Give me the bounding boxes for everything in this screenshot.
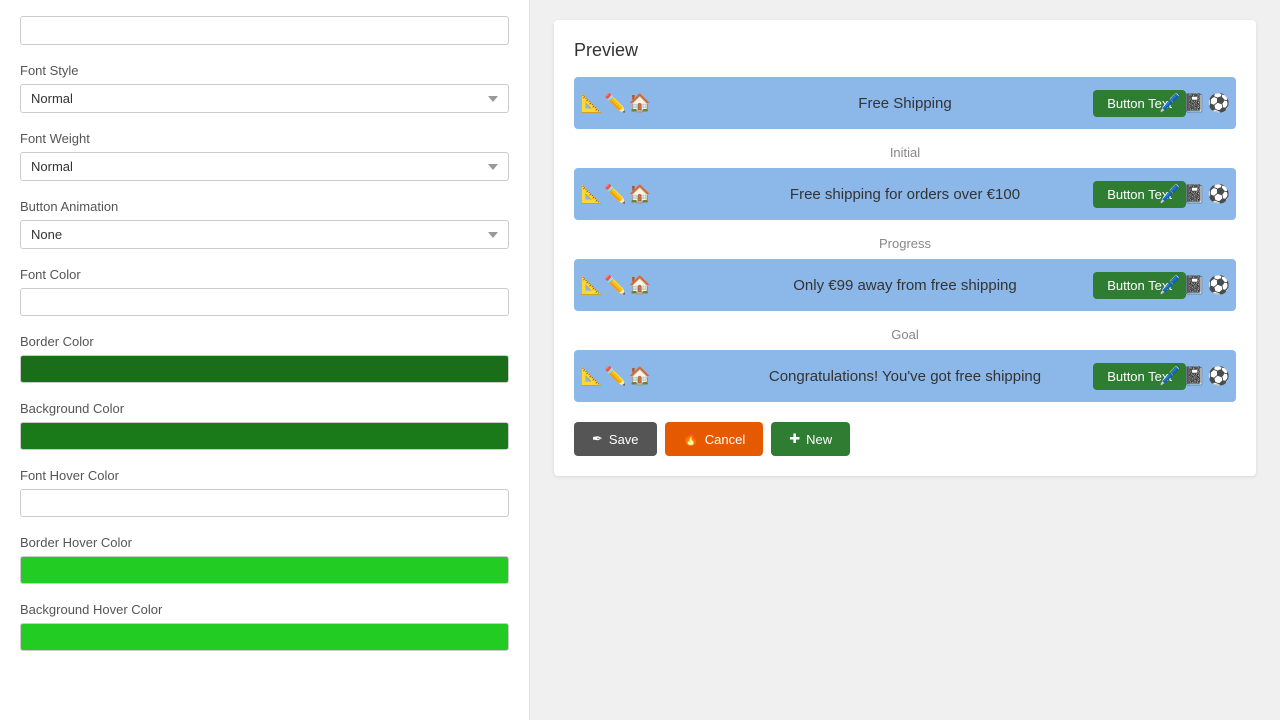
border-color-swatch[interactable]	[20, 355, 509, 383]
supplies-left-2: 📐 ✏️ 🏠	[574, 168, 664, 220]
supplies-left-4: 📐 ✏️ 🏠	[574, 350, 664, 402]
border-hover-color-swatch[interactable]	[20, 556, 509, 584]
book-icon: 📓	[1183, 94, 1205, 112]
settings-panel: 12px Font Style Normal Italic Oblique Fo…	[0, 0, 530, 720]
book-icon-2: 📓	[1183, 185, 1205, 203]
supplies-left-1: 📐 ✏️ 🏠	[574, 77, 664, 129]
cancel-button[interactable]: 🔥 Cancel	[665, 422, 764, 456]
pencil-icon-3: ✏️	[604, 276, 626, 294]
soccer-icon-2: ⚽	[1208, 185, 1230, 203]
banner-progress: 📐 ✏️ 🏠 Only €99 away from free shipping …	[574, 259, 1236, 311]
preview-title: Preview	[574, 40, 1236, 61]
supplies-left-3: 📐 ✏️ 🏠	[574, 259, 664, 311]
supplies-right-2: 🖊️ 📓 ⚽	[1146, 168, 1236, 220]
banner-goal: 📐 ✏️ 🏠 Congratulations! You've got free …	[574, 350, 1236, 402]
ruler-icon: 📐	[580, 94, 602, 112]
ruler-icon-3: 📐	[580, 276, 602, 294]
pen-icon: 🖊️	[1159, 94, 1181, 112]
book-icon-4: 📓	[1183, 367, 1205, 385]
supplies-right-1: 🖊️ 📓 ⚽	[1146, 77, 1236, 129]
save-label: Save	[609, 432, 639, 447]
font-style-select[interactable]: Normal Italic Oblique	[20, 84, 509, 113]
background-hover-color-group: Background Hover Color	[20, 602, 509, 651]
supplies-right-4: 🖊️ 📓 ⚽	[1146, 350, 1236, 402]
border-hover-color-group: Border Hover Color	[20, 535, 509, 584]
font-weight-label: Font Weight	[20, 131, 509, 146]
font-size-group: 12px	[20, 16, 509, 45]
section-label-progress: Progress	[574, 236, 1236, 251]
pen-icon-4: 🖊️	[1159, 367, 1181, 385]
preview-panel: Preview 📐 ✏️ 🏠 Free Shipping Button Text…	[530, 0, 1280, 720]
font-hover-color-swatch[interactable]	[20, 489, 509, 517]
banner-section-free-shipping: 📐 ✏️ 🏠 Free Shipping Button Text 🖊️ 📓 ⚽	[574, 77, 1236, 129]
cancel-icon: 🔥	[683, 431, 699, 447]
pencil-icon-2: ✏️	[604, 185, 626, 203]
pen-icon-2: 🖊️	[1159, 185, 1181, 203]
section-label-initial: Initial	[574, 145, 1236, 160]
background-hover-color-swatch[interactable]	[20, 623, 509, 651]
cancel-label: Cancel	[705, 432, 745, 447]
font-hover-color-group: Font Hover Color	[20, 468, 509, 517]
banner-free-shipping: 📐 ✏️ 🏠 Free Shipping Button Text 🖊️ 📓 ⚽	[574, 77, 1236, 129]
new-button[interactable]: ✚ New	[771, 422, 850, 456]
font-hover-color-label: Font Hover Color	[20, 468, 509, 483]
font-size-input[interactable]: 12px	[20, 16, 509, 45]
background-color-group: Background Color	[20, 401, 509, 450]
font-weight-group: Font Weight Normal Bold Lighter Bolder	[20, 131, 509, 181]
font-style-group: Font Style Normal Italic Oblique	[20, 63, 509, 113]
font-color-swatch[interactable]	[20, 288, 509, 316]
book-icon-3: 📓	[1183, 276, 1205, 294]
action-buttons: ✒ Save 🔥 Cancel ✚ New	[574, 422, 1236, 456]
font-style-label: Font Style	[20, 63, 509, 78]
ruler-icon-4: 📐	[580, 367, 602, 385]
soccer-icon-3: ⚽	[1208, 276, 1230, 294]
save-button[interactable]: ✒ Save	[574, 422, 657, 456]
soccer-icon-4: ⚽	[1208, 367, 1230, 385]
section-label-goal: Goal	[574, 327, 1236, 342]
banner-section-progress: Progress 📐 ✏️ 🏠 Only €99 away from free …	[574, 236, 1236, 311]
font-weight-select[interactable]: Normal Bold Lighter Bolder	[20, 152, 509, 181]
background-color-label: Background Color	[20, 401, 509, 416]
font-color-label: Font Color	[20, 267, 509, 282]
soccer-icon: ⚽	[1208, 94, 1230, 112]
banner-section-initial: Initial 📐 ✏️ 🏠 Free shipping for orders …	[574, 145, 1236, 220]
banner-section-goal: Goal 📐 ✏️ 🏠 Congratulations! You've got …	[574, 327, 1236, 402]
button-animation-label: Button Animation	[20, 199, 509, 214]
pencil-icon-4: ✏️	[604, 367, 626, 385]
save-icon: ✒	[592, 431, 603, 447]
house-icon-2: 🏠	[629, 185, 651, 203]
new-icon: ✚	[789, 431, 800, 447]
supplies-right-3: 🖊️ 📓 ⚽	[1146, 259, 1236, 311]
button-animation-select[interactable]: None Slide Fade Bounce	[20, 220, 509, 249]
pen-icon-3: 🖊️	[1159, 276, 1181, 294]
house-icon-3: 🏠	[629, 276, 651, 294]
house-icon-4: 🏠	[629, 367, 651, 385]
border-color-label: Border Color	[20, 334, 509, 349]
ruler-icon-2: 📐	[580, 185, 602, 203]
background-hover-color-label: Background Hover Color	[20, 602, 509, 617]
pencil-icon: ✏️	[604, 94, 626, 112]
banner-initial: 📐 ✏️ 🏠 Free shipping for orders over €10…	[574, 168, 1236, 220]
background-color-swatch[interactable]	[20, 422, 509, 450]
preview-card: Preview 📐 ✏️ 🏠 Free Shipping Button Text…	[554, 20, 1256, 476]
button-animation-group: Button Animation None Slide Fade Bounce	[20, 199, 509, 249]
house-icon: 🏠	[629, 94, 651, 112]
new-label: New	[806, 432, 832, 447]
font-color-group: Font Color	[20, 267, 509, 316]
border-color-group: Border Color	[20, 334, 509, 383]
border-hover-color-label: Border Hover Color	[20, 535, 509, 550]
